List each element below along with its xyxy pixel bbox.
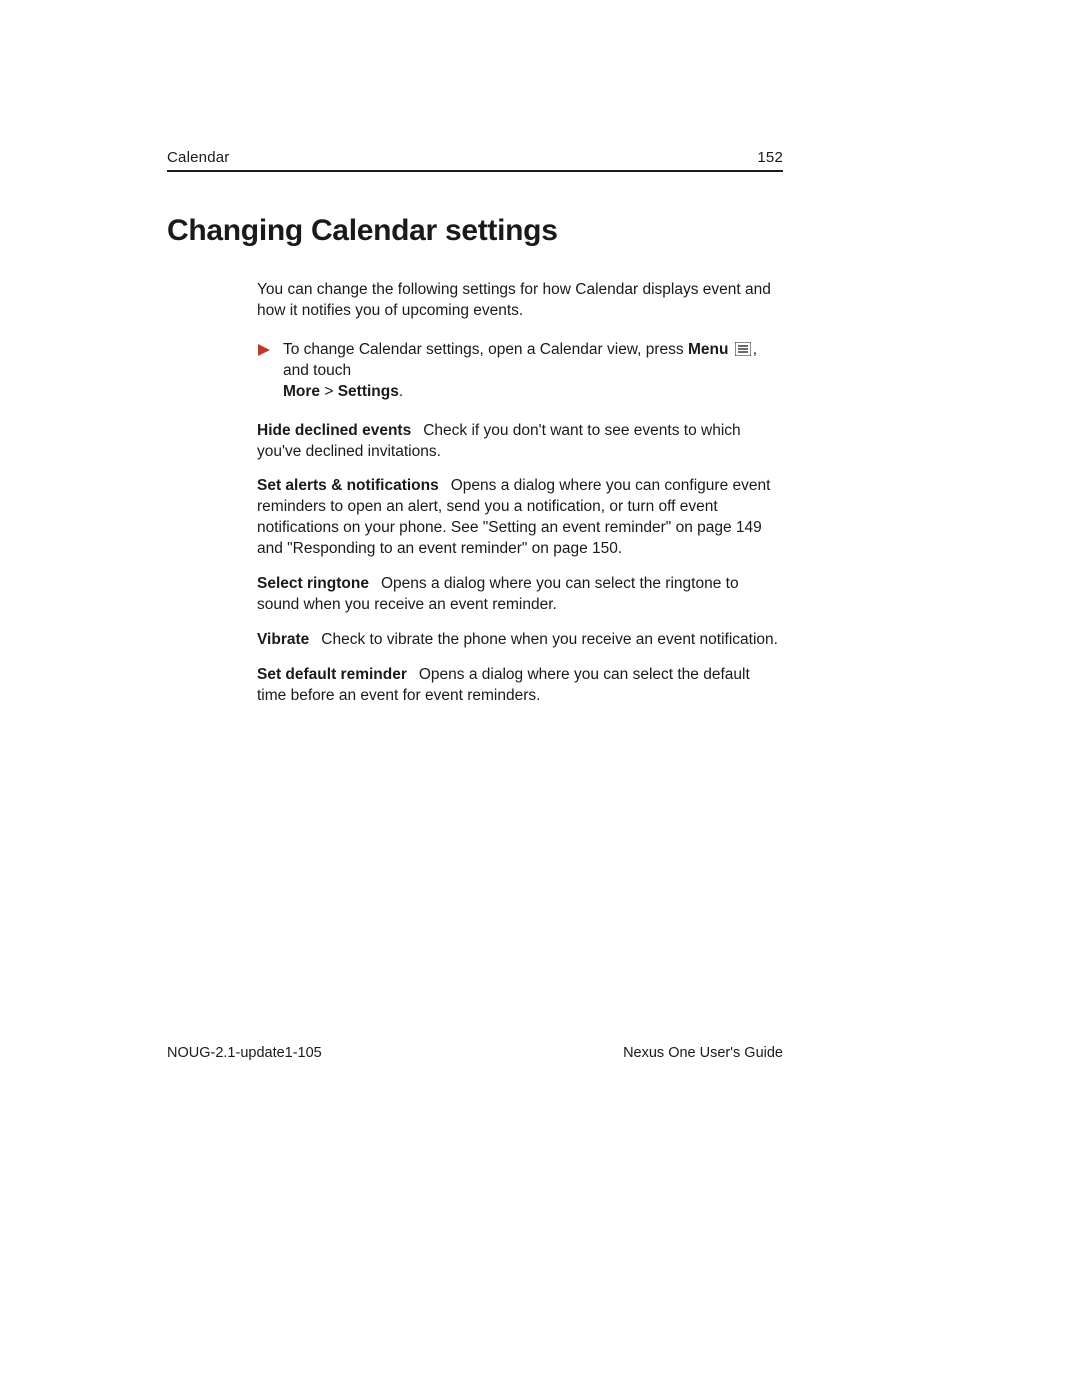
setting-item: Vibrate Check to vibrate the phone when y… bbox=[257, 630, 783, 651]
intro-paragraph: You can change the following settings fo… bbox=[257, 280, 783, 322]
step-more-label: More bbox=[283, 383, 320, 400]
setting-label: Set default reminder bbox=[257, 666, 407, 683]
setting-text: Check to vibrate the phone when you rece… bbox=[321, 631, 778, 648]
setting-label: Select ringtone bbox=[257, 575, 369, 592]
setting-item: Set alerts & notificationsOpens a dialog… bbox=[257, 476, 783, 560]
document-page: Calendar 152 Changing Calendar settings … bbox=[0, 0, 1080, 1397]
header-section: Calendar bbox=[167, 149, 229, 166]
step-text-pre: To change Calendar settings, open a Cale… bbox=[283, 341, 688, 358]
setting-label: Hide declined events bbox=[257, 422, 411, 439]
step-settings-label: Settings bbox=[338, 383, 399, 400]
setting-item: Hide declined eventsCheck if you don't w… bbox=[257, 421, 783, 463]
setting-item: Set default reminderOpens a dialog where… bbox=[257, 665, 783, 707]
page-title: Changing Calendar settings bbox=[167, 214, 783, 248]
triangle-bullet-icon bbox=[257, 343, 271, 357]
instruction-step: To change Calendar settings, open a Cale… bbox=[257, 340, 783, 403]
step-gt: > bbox=[320, 383, 338, 400]
step-period: . bbox=[399, 383, 403, 400]
menu-icon bbox=[735, 342, 751, 356]
step-menu-label: Menu bbox=[688, 341, 728, 358]
setting-label: Vibrate bbox=[257, 631, 309, 648]
page-footer: NOUG-2.1-update1-105 Nexus One User's Gu… bbox=[167, 1045, 783, 1061]
footer-guide-title: Nexus One User's Guide bbox=[623, 1045, 783, 1061]
setting-item: Select ringtoneOpens a dialog where you … bbox=[257, 574, 783, 616]
running-header: Calendar 152 bbox=[167, 149, 783, 172]
footer-doc-id: NOUG-2.1-update1-105 bbox=[167, 1045, 322, 1061]
header-page-number: 152 bbox=[757, 149, 783, 166]
setting-label: Set alerts & notifications bbox=[257, 477, 439, 494]
body-content: You can change the following settings fo… bbox=[257, 280, 783, 707]
